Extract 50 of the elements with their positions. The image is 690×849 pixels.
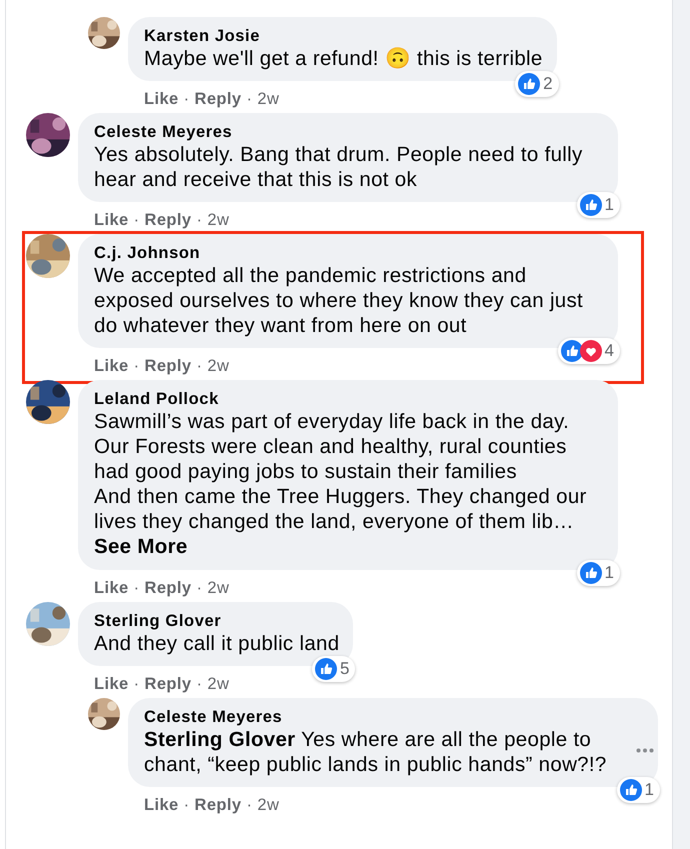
see-more-link[interactable]: See More (94, 534, 604, 560)
action-link[interactable]: Reply (194, 87, 242, 112)
comment-text: We accepted all the pandemic restrictions and exposed ourselves to where they know they can just do whatever they want from here on out (94, 263, 584, 338)
action-link[interactable]: Reply (144, 208, 192, 233)
author-name[interactable]: Karsten Josie (144, 26, 543, 46)
separator-dot: · (196, 356, 202, 378)
separator-dot: · (196, 674, 202, 696)
action-link[interactable]: Like (144, 793, 179, 818)
reaction-count[interactable]: 2 (515, 71, 559, 97)
separator-dot: · (196, 210, 202, 232)
comment-text: Maybe we'll get a refund! 🙃 this is terrible (144, 46, 543, 71)
timestamp[interactable]: 2w (207, 208, 230, 233)
action-link[interactable]: Like (144, 87, 179, 112)
author-name[interactable]: C.j. Johnson (94, 243, 604, 263)
separator-dot: · (134, 210, 140, 232)
action-link[interactable]: Like (94, 672, 129, 697)
separator-dot: · (246, 89, 252, 110)
separator-dot: · (134, 578, 140, 600)
author-name[interactable]: Celeste Meyeres (94, 122, 604, 142)
comment-text: And they call it public land (94, 631, 340, 656)
author-name[interactable]: Leland Pollock (94, 389, 604, 409)
timestamp[interactable]: 2w (257, 87, 280, 112)
author-name[interactable]: Sterling Glover (94, 611, 340, 631)
separator-dot: · (196, 578, 202, 600)
timestamp[interactable]: 2w (257, 793, 280, 818)
separator-dot: · (184, 89, 190, 110)
action-link[interactable]: Reply (144, 672, 192, 697)
separator-dot: · (134, 356, 140, 378)
reaction-count[interactable]: 5 (312, 656, 356, 682)
action-link[interactable]: Reply (194, 793, 242, 818)
action-link[interactable]: Like (94, 354, 129, 379)
reaction-count[interactable]: 1 (576, 192, 620, 218)
separator-dot: · (134, 674, 140, 696)
separator-dot: · (246, 795, 252, 816)
action-link[interactable]: Like (94, 208, 129, 233)
action-link[interactable]: Reply (144, 354, 192, 379)
timestamp[interactable]: 2w (207, 576, 230, 601)
comment-text: Yes absolutely. Bang that drum. People need to fully hear and receive that this is not ok (94, 142, 584, 192)
author-name[interactable]: Celeste Meyeres (144, 707, 644, 727)
separator-dot: · (184, 795, 190, 816)
action-link[interactable]: Reply (144, 576, 192, 601)
reaction-count[interactable]: 1 (576, 560, 620, 586)
comment-text: Sterling Glover Yes where are all the people to chant, “keep public lands in public hands” now?!? (144, 727, 608, 777)
timestamp[interactable]: 2w (207, 354, 230, 379)
timestamp[interactable]: 2w (207, 672, 230, 697)
more-options-icon[interactable] (636, 748, 654, 753)
reaction-count[interactable]: 4 (558, 338, 620, 364)
reaction-count[interactable]: 1 (616, 777, 660, 803)
action-link[interactable]: Like (94, 576, 129, 601)
comment-text: Sawmill’s was part of everyday life back in the day. Our Forests were clean and healthy, rural counties had good paying jobs to sustain their families And then came the Tree Huggers. They changed our lives they changed the land, everyone of them lib… (94, 409, 588, 534)
